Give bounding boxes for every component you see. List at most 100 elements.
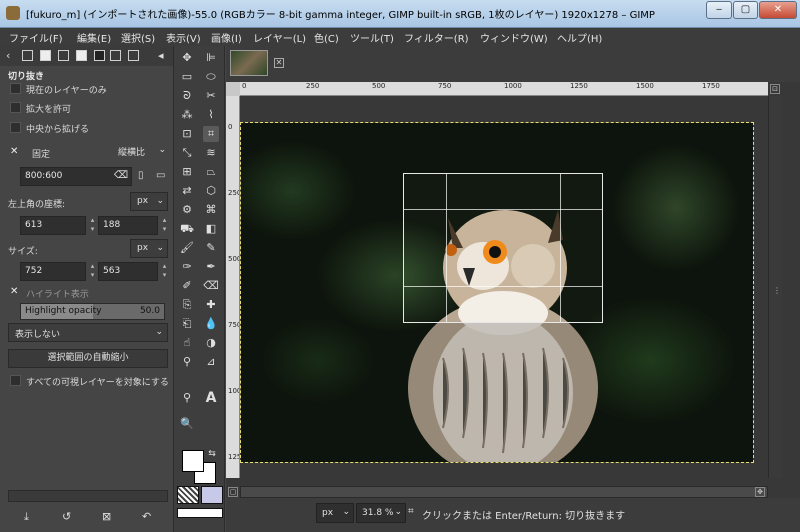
text-icon[interactable]: A: [203, 390, 219, 406]
clear-field-icon[interactable]: ⌫: [114, 170, 128, 181]
smudge-icon[interactable]: ☝: [179, 335, 195, 351]
undo-history-tab-icon[interactable]: [58, 50, 69, 61]
ink-icon[interactable]: ✒: [203, 259, 219, 275]
menu-tools[interactable]: ツール(T): [350, 30, 394, 45]
maximize-button[interactable]: ▢: [733, 1, 758, 19]
close-tab-icon[interactable]: ✕: [274, 58, 284, 68]
brush-preview-icon[interactable]: [177, 486, 199, 504]
device-status-tab-icon[interactable]: [40, 50, 51, 61]
align-icon[interactable]: ⊫: [203, 50, 219, 66]
menu-select[interactable]: 選択(S): [121, 30, 155, 45]
aspect-ratio-field[interactable]: 800:600 ⌫: [20, 167, 132, 186]
position-y-field[interactable]: 188: [98, 216, 158, 235]
pencil-icon[interactable]: ✎: [203, 240, 219, 256]
navigate-icon[interactable]: ✥: [755, 487, 765, 497]
crop-rectangle[interactable]: [403, 173, 603, 323]
menu-windows[interactable]: ウィンドウ(W): [480, 30, 548, 45]
vertical-ruler[interactable]: 0 250 500 750 1000 1250: [226, 96, 240, 478]
size-unit-dropdown[interactable]: px ⌄: [130, 239, 168, 258]
zoom-icon[interactable]: ⚲: [179, 390, 195, 406]
flip-icon[interactable]: ⇄: [179, 183, 195, 199]
pointer-tab-icon[interactable]: [94, 50, 105, 61]
ruler-corner[interactable]: [226, 82, 240, 96]
scroll-handle-icon[interactable]: ⋮: [773, 286, 781, 295]
ellipse-select-icon[interactable]: ⬭: [203, 69, 219, 85]
guides-dropdown[interactable]: 表示しない ⌄: [8, 323, 168, 342]
blur-icon[interactable]: 💧: [203, 316, 219, 332]
gegl-icon[interactable]: ⚙: [179, 202, 195, 218]
cage-icon[interactable]: ⬡: [203, 183, 219, 199]
horizontal-ruler[interactable]: 0 250 500 750 1000 1250 1500 1750: [240, 82, 768, 96]
size-width-spinner[interactable]: ▴ ▾: [88, 262, 97, 281]
position-unit-dropdown[interactable]: px ⌄: [130, 192, 168, 211]
highlight-checkbox[interactable]: ✕: [10, 287, 21, 298]
foreground-color-swatch[interactable]: [182, 450, 204, 472]
gradient-preview-icon[interactable]: [177, 508, 223, 518]
dock-menu-icon[interactable]: ◂: [158, 49, 164, 62]
size-width-field[interactable]: 752: [20, 262, 86, 281]
delete-preset-icon[interactable]: ⊠: [102, 510, 111, 523]
auto-shrink-button[interactable]: 選択範囲の自動縮小: [8, 349, 168, 368]
menu-file[interactable]: ファイル(F): [9, 30, 63, 45]
zoom-follow-icon[interactable]: ⊡: [770, 84, 780, 94]
undo-tab-icon[interactable]: [110, 50, 121, 61]
chevron-left-icon[interactable]: ‹: [6, 49, 10, 62]
crop-icon[interactable]: ⌗: [203, 126, 219, 142]
airbrush-icon[interactable]: ✑: [179, 259, 195, 275]
blend-icon[interactable]: ◧: [203, 221, 219, 237]
rect-select-icon[interactable]: ▭: [179, 69, 195, 85]
measure-icon[interactable]: ⊿: [203, 354, 219, 370]
clone-icon[interactable]: ⎘: [179, 297, 195, 313]
free-select-icon[interactable]: ᘐ: [179, 88, 195, 104]
position-y-spinner[interactable]: ▴ ▾: [160, 216, 169, 235]
perspective-icon[interactable]: ⏢: [203, 164, 219, 180]
image-canvas[interactable]: [240, 122, 754, 463]
heal-icon[interactable]: ✚: [203, 297, 219, 313]
menu-filters[interactable]: フィルター(R): [404, 30, 469, 45]
menu-edit[interactable]: 編集(E): [77, 30, 111, 45]
status-unit-dropdown[interactable]: px ⌄: [316, 503, 354, 523]
paths-icon[interactable]: ⌇: [203, 107, 219, 123]
zoom-dropdown[interactable]: 31.8 % ⌄: [356, 503, 406, 523]
pattern-preview-icon[interactable]: [201, 486, 223, 504]
fixed-mode-dropdown[interactable]: 縦横比 ⌄: [112, 142, 168, 161]
dropper-icon[interactable]: ⚲: [179, 354, 195, 370]
warp-icon[interactable]: ≋: [203, 145, 219, 161]
vertical-scrollbar[interactable]: ⊡ ⋮: [768, 84, 782, 478]
fuzzy-select-icon[interactable]: ⁂: [179, 107, 195, 123]
restore-preset-icon[interactable]: ↺: [62, 510, 71, 523]
reset-icon[interactable]: ↶: [142, 510, 151, 523]
text-block-icon[interactable]: ⌘: [203, 202, 219, 218]
horizontal-scrollbar[interactable]: [240, 486, 768, 498]
expand-from-center-checkbox[interactable]: [10, 122, 21, 133]
handle-transform-icon[interactable]: ⊞: [179, 164, 195, 180]
menu-colors[interactable]: 色(C): [314, 30, 339, 45]
menu-help[interactable]: ヘルプ(H): [557, 30, 602, 45]
bucket-fill-icon[interactable]: ⛟: [179, 221, 195, 237]
images-tab-icon[interactable]: [76, 50, 87, 61]
close-button[interactable]: ✕: [759, 1, 797, 19]
fixed-checkbox[interactable]: ✕: [10, 147, 21, 158]
display-tab-icon[interactable]: [128, 50, 139, 61]
quick-mask-icon[interactable]: ▢: [228, 487, 238, 497]
menu-layer[interactable]: レイヤー(L): [253, 30, 306, 45]
save-preset-icon[interactable]: ⤓: [24, 510, 29, 524]
menu-view[interactable]: 表示(V): [166, 30, 201, 45]
tool-options-tab-icon[interactable]: [22, 50, 33, 61]
zoom-tool-icon[interactable]: 🔍: [179, 416, 195, 432]
move-icon[interactable]: ✥: [179, 50, 195, 66]
dodge-icon[interactable]: ◑: [203, 335, 219, 351]
image-thumbnail[interactable]: [230, 50, 268, 76]
scissors-select-icon[interactable]: ✂: [203, 88, 219, 104]
allow-growing-checkbox[interactable]: [10, 102, 21, 113]
paintbrush-icon[interactable]: 🖌: [179, 240, 195, 256]
minimize-button[interactable]: ‒: [706, 1, 732, 19]
highlight-opacity-slider[interactable]: Highlight opacity 50.0: [20, 303, 165, 320]
position-x-field[interactable]: 613: [20, 216, 86, 235]
menu-image[interactable]: 画像(I): [211, 30, 242, 45]
swap-colors-icon[interactable]: ⇆: [204, 446, 220, 462]
portrait-icon[interactable]: ▯: [138, 170, 144, 181]
size-height-spinner[interactable]: ▴ ▾: [160, 262, 169, 281]
all-visible-layers-checkbox[interactable]: [10, 375, 21, 386]
color-picker-icon[interactable]: ⊡: [179, 126, 195, 142]
